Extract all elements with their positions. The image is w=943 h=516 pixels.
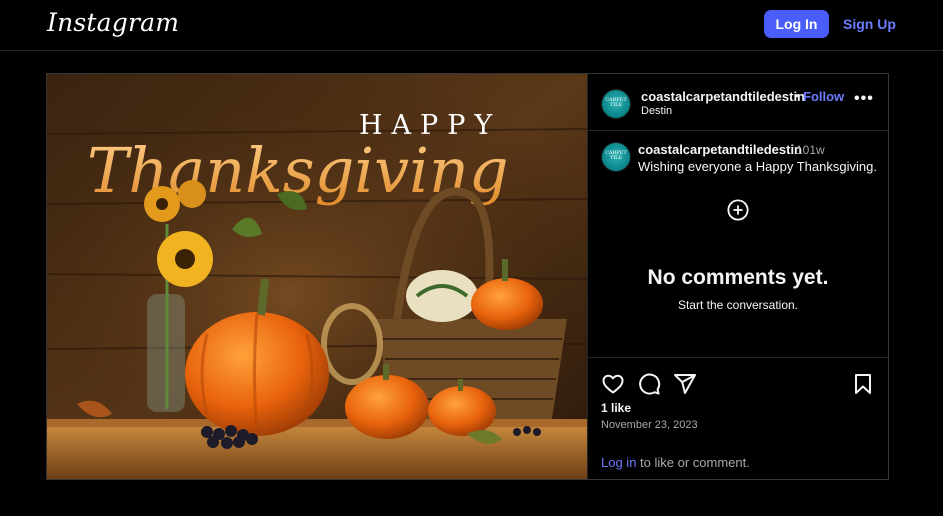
- post-location[interactable]: Destin: [641, 105, 672, 117]
- share-icon[interactable]: [673, 372, 697, 396]
- no-comments-subtitle: Start the conversation.: [677, 298, 799, 312]
- post-container: HAPPY Thanksgiving CARPET TILE coastalca…: [46, 73, 889, 480]
- post-date[interactable]: November 23, 2023: [601, 419, 698, 431]
- post-header: CARPET TILE coastalcarpetandtiledestin • …: [588, 74, 888, 131]
- login-button[interactable]: Log In: [764, 10, 829, 38]
- caption-avatar[interactable]: CARPET TILE: [601, 142, 631, 172]
- signup-button[interactable]: Sign Up: [838, 10, 901, 38]
- caption-time[interactable]: 101w: [796, 143, 825, 157]
- login-link[interactable]: Log in: [601, 455, 636, 470]
- author-avatar[interactable]: CARPET TILE: [601, 89, 631, 119]
- separator-dot: •: [794, 88, 799, 103]
- caption-username[interactable]: coastalcarpetandtiledestin: [638, 142, 802, 157]
- no-comments-title: No comments yet.: [647, 266, 829, 289]
- like-count[interactable]: 1 like: [601, 401, 631, 415]
- add-comment-icon[interactable]: [727, 199, 749, 221]
- post-sidebar: CARPET TILE coastalcarpetandtiledestin • …: [588, 74, 888, 479]
- follow-button[interactable]: Follow: [803, 89, 844, 104]
- instagram-logo[interactable]: Instagram: [47, 8, 179, 37]
- login-prompt: Log in to like or comment.: [601, 455, 750, 470]
- more-options-icon[interactable]: •••: [854, 90, 874, 108]
- heart-icon[interactable]: [601, 372, 625, 396]
- login-prompt-text: to like or comment.: [636, 455, 750, 470]
- thanksgiving-illustration: HAPPY Thanksgiving: [47, 74, 587, 479]
- post-image: HAPPY Thanksgiving: [47, 74, 588, 479]
- post-actions: 1 like November 23, 2023 Log in to like …: [588, 357, 888, 479]
- bookmark-icon[interactable]: [851, 372, 875, 396]
- caption-text: Wishing everyone a Happy Thanksgiving.: [638, 159, 877, 174]
- comment-icon[interactable]: [637, 372, 661, 396]
- author-username[interactable]: coastalcarpetandtiledestin: [641, 89, 805, 104]
- top-navigation-bar: Instagram Log In Sign Up: [0, 0, 943, 51]
